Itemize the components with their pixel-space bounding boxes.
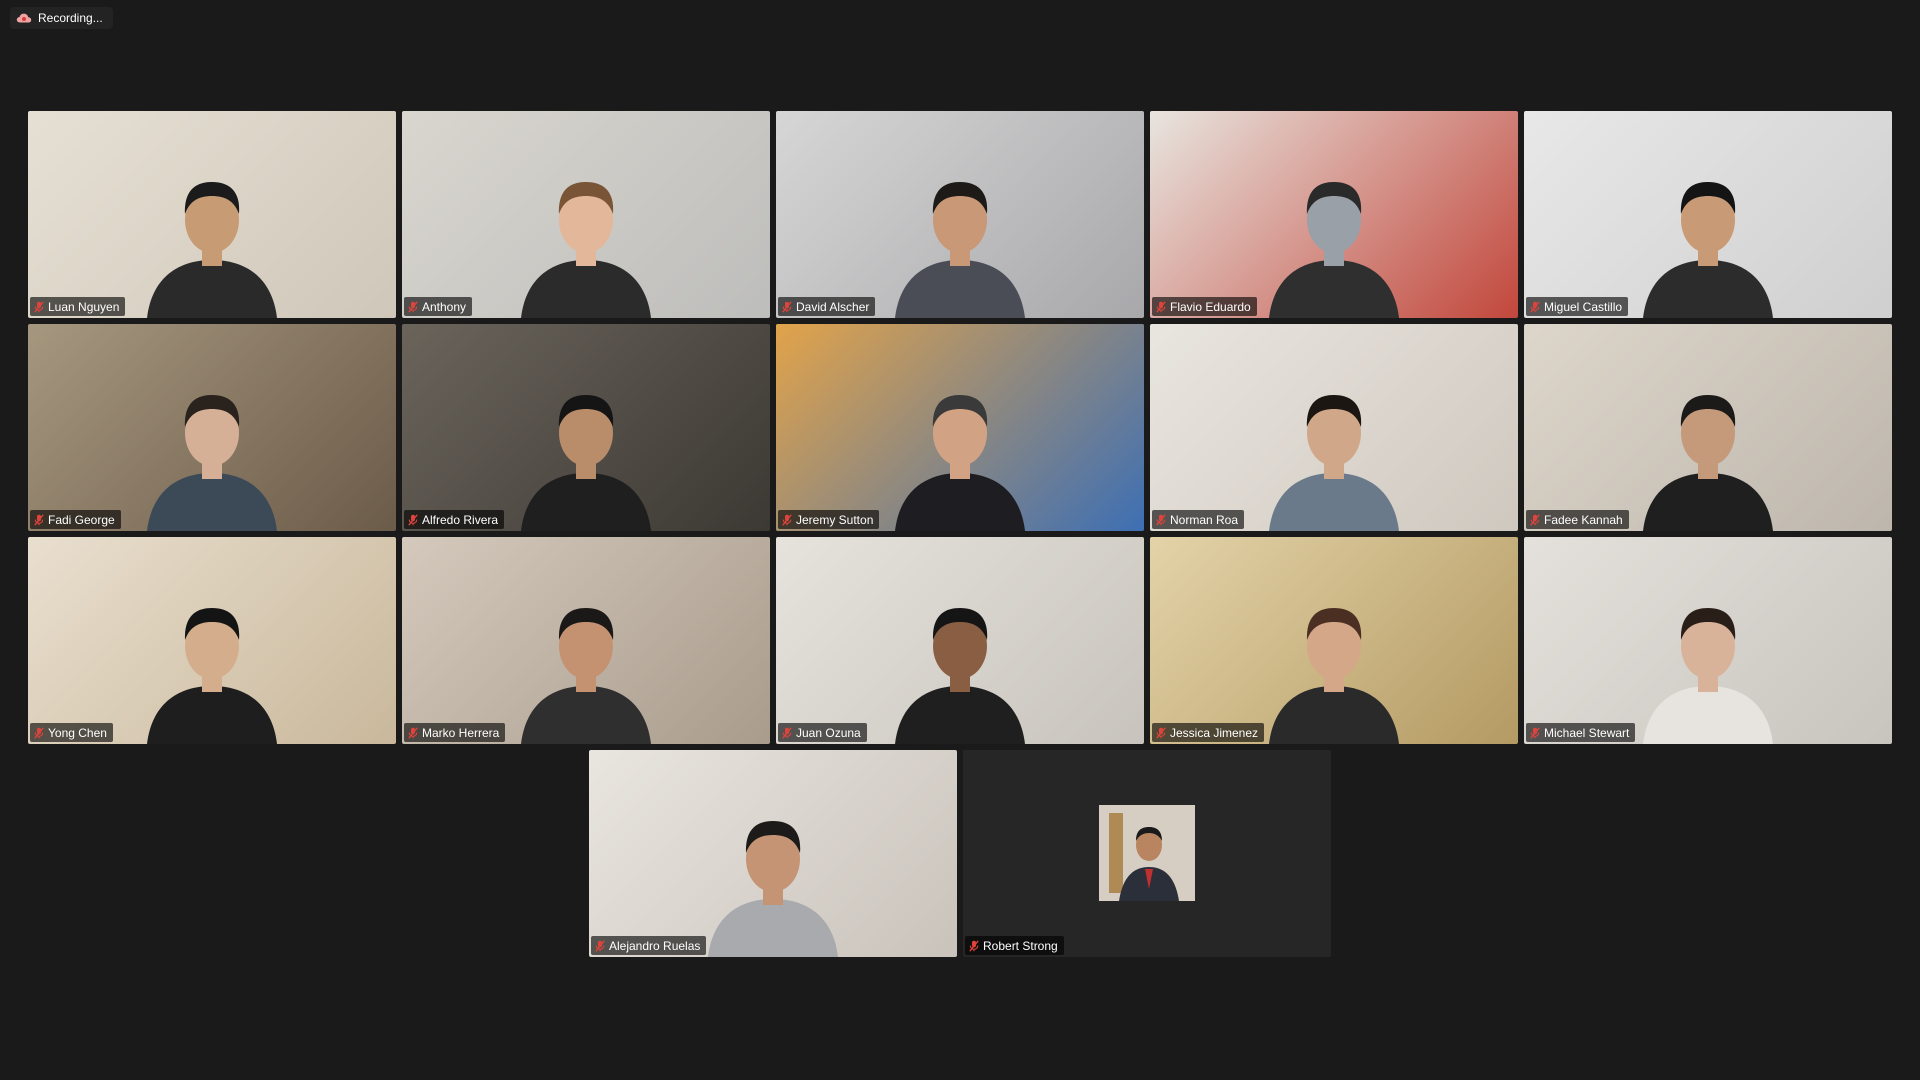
participant-silhouette (147, 182, 277, 318)
participant-silhouette (895, 395, 1025, 531)
participant-silhouette (708, 821, 838, 957)
muted-mic-icon (782, 726, 792, 739)
participant-name: Luan Nguyen (48, 299, 120, 314)
participant-tile[interactable]: Luan Nguyen (28, 111, 396, 318)
participant-name-tag: Alfredo Rivera (404, 510, 505, 529)
participant-tile[interactable]: Fadi George (28, 324, 396, 531)
participant-tile[interactable]: Alfredo Rivera (402, 324, 770, 531)
participant-name-tag: Yong Chen (30, 723, 113, 742)
participant-name-tag: Luan Nguyen (30, 297, 126, 316)
participant-name: Flavio Eduardo (1170, 299, 1251, 314)
participant-tile[interactable]: Flavio Eduardo (1150, 111, 1518, 318)
participant-tile[interactable]: Yong Chen (28, 537, 396, 744)
participant-tile[interactable]: Anthony (402, 111, 770, 318)
participant-name: Miguel Castillo (1544, 299, 1623, 314)
meeting-window: Recording... Luan Nguyen Anthony David Als… (0, 0, 1920, 1080)
participant-tile[interactable]: Robert Strong (963, 750, 1331, 957)
participant-silhouette (1643, 395, 1773, 531)
gallery-row: Fadi George Alfredo Rivera Jeremy Sutton No… (28, 324, 1892, 531)
participant-silhouette (521, 608, 651, 744)
participant-name-tag: Norman Roa (1152, 510, 1245, 529)
participant-name-tag: Jessica Jimenez (1152, 723, 1265, 742)
gallery-row: Alejandro Ruelas Robert Strong (589, 750, 1331, 957)
participant-tile[interactable]: David Alscher (776, 111, 1144, 318)
participant-name: Marko Herrera (422, 725, 500, 740)
participant-silhouette (147, 608, 277, 744)
muted-mic-icon (782, 300, 792, 313)
muted-mic-icon (408, 513, 418, 526)
participant-name-tag: Miguel Castillo (1526, 297, 1629, 316)
participant-name: Fadee Kannah (1544, 512, 1623, 527)
muted-mic-icon (408, 300, 418, 313)
gallery-row: Yong Chen Marko Herrera Juan Ozuna Jessica … (28, 537, 1892, 744)
cloud-recording-icon (16, 13, 32, 23)
participant-silhouette (1643, 608, 1773, 744)
participant-name: Norman Roa (1170, 512, 1239, 527)
muted-mic-icon (1156, 726, 1166, 739)
participant-tile[interactable]: Marko Herrera (402, 537, 770, 744)
muted-mic-icon (408, 726, 418, 739)
participant-tile[interactable]: Juan Ozuna (776, 537, 1144, 744)
participant-tile[interactable]: Fadee Kannah (1524, 324, 1892, 531)
participant-silhouette (521, 395, 651, 531)
recording-indicator[interactable]: Recording... (10, 7, 113, 29)
participant-name: Alfredo Rivera (422, 512, 499, 527)
muted-mic-icon (969, 939, 979, 952)
participant-name: Anthony (422, 299, 467, 314)
participant-name-tag: Michael Stewart (1526, 723, 1636, 742)
recording-label: Recording... (38, 11, 103, 25)
participant-name-tag: Alejandro Ruelas (591, 936, 707, 955)
participant-name: Michael Stewart (1544, 725, 1630, 740)
muted-mic-icon (1530, 300, 1540, 313)
participant-tile[interactable]: Michael Stewart (1524, 537, 1892, 744)
participant-name: Alejandro Ruelas (609, 938, 701, 953)
participant-name: Robert Strong (983, 938, 1058, 953)
participant-silhouette (1643, 182, 1773, 318)
muted-mic-icon (34, 513, 44, 526)
participant-tile[interactable]: Alejandro Ruelas (589, 750, 957, 957)
participant-name-tag: Anthony (404, 297, 473, 316)
participant-name: Juan Ozuna (796, 725, 861, 740)
muted-mic-icon (34, 726, 44, 739)
participant-silhouette (521, 182, 651, 318)
participant-tile[interactable]: Miguel Castillo (1524, 111, 1892, 318)
participant-silhouette (1269, 395, 1399, 531)
profile-photo-image (1099, 805, 1195, 901)
participant-silhouette (1269, 608, 1399, 744)
participant-silhouette (1269, 182, 1399, 318)
participant-silhouette (895, 608, 1025, 744)
participant-name: Jeremy Sutton (796, 512, 874, 527)
muted-mic-icon (1530, 726, 1540, 739)
muted-mic-icon (595, 939, 605, 952)
participant-name: Fadi George (48, 512, 115, 527)
muted-mic-icon (1156, 300, 1166, 313)
participant-name-tag: Fadee Kannah (1526, 510, 1629, 529)
profile-photo (1099, 805, 1195, 901)
participant-silhouette (895, 182, 1025, 318)
participant-tile[interactable]: Jeremy Sutton (776, 324, 1144, 531)
muted-mic-icon (34, 300, 44, 313)
participant-name: David Alscher (796, 299, 870, 314)
participant-name-tag: David Alscher (778, 297, 876, 316)
muted-mic-icon (1156, 513, 1166, 526)
participant-name-tag: Fadi George (30, 510, 121, 529)
muted-mic-icon (782, 513, 792, 526)
participant-name-tag: Robert Strong (965, 936, 1064, 955)
participant-tile[interactable]: Jessica Jimenez (1150, 537, 1518, 744)
participant-name: Jessica Jimenez (1170, 725, 1259, 740)
participant-silhouette (147, 395, 277, 531)
participant-name-tag: Flavio Eduardo (1152, 297, 1257, 316)
participant-name-tag: Marko Herrera (404, 723, 506, 742)
gallery-row: Luan Nguyen Anthony David Alscher Flavio Ed… (28, 111, 1892, 318)
muted-mic-icon (1530, 513, 1540, 526)
participant-name-tag: Jeremy Sutton (778, 510, 880, 529)
participant-name-tag: Juan Ozuna (778, 723, 867, 742)
participant-name: Yong Chen (48, 725, 107, 740)
participant-tile[interactable]: Norman Roa (1150, 324, 1518, 531)
